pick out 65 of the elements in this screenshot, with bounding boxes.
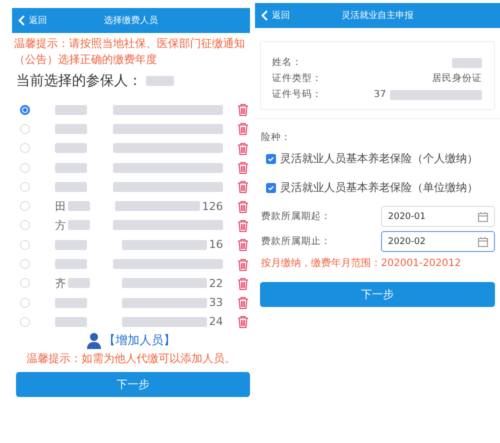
date-field[interactable]: 2020-01 xyxy=(381,206,495,227)
trash-icon[interactable] xyxy=(237,218,249,232)
redacted-block xyxy=(55,298,87,308)
next-button[interactable]: 下一步 xyxy=(16,372,250,397)
insurance-label: 险种： xyxy=(261,131,292,144)
id-number: 24 xyxy=(209,315,223,328)
period-label: 费款所属期止： xyxy=(261,235,331,248)
redacted-block xyxy=(55,124,87,134)
redacted-block xyxy=(55,240,87,250)
trash-icon[interactable] xyxy=(237,142,249,155)
radio-button[interactable] xyxy=(20,104,30,115)
redacted-block xyxy=(68,278,90,288)
trash-icon[interactable] xyxy=(237,122,249,136)
trash-icon[interactable] xyxy=(237,315,249,328)
checkbox[interactable] xyxy=(266,182,276,192)
date-field[interactable]: 2020-02 xyxy=(381,231,495,252)
id-number: 16 xyxy=(209,238,223,252)
back-icon xyxy=(18,15,25,26)
redacted-block xyxy=(55,182,87,192)
redacted-block xyxy=(55,162,87,173)
info-label: 证件类型： xyxy=(272,72,322,85)
trash-icon[interactable] xyxy=(237,276,249,290)
insurance-option: 灵活就业人员基本养老保险（单位缴纳） xyxy=(280,180,478,195)
next-button[interactable]: 下一步 xyxy=(260,282,495,307)
calendar-icon[interactable] xyxy=(478,212,488,222)
person-name: 田 xyxy=(55,198,66,214)
id-number: 126 xyxy=(202,200,223,213)
redacted-block xyxy=(68,220,90,230)
redacted-block xyxy=(55,259,87,270)
redacted-block xyxy=(68,201,90,212)
person-name: 齐 xyxy=(55,276,66,291)
period-label: 费款所属期起： xyxy=(261,210,331,223)
redacted-block xyxy=(55,316,87,327)
page-title: 选择缴费人员 xyxy=(104,16,158,26)
insurance-option: 灵活就业人员基本养老保险（个人缴纳） xyxy=(280,151,478,166)
add-person-link[interactable]: 【增加人员】 xyxy=(104,332,176,349)
info-value: 居民身份证 xyxy=(432,72,482,85)
info-value: 37 xyxy=(374,89,386,100)
back-button[interactable]: 返回 xyxy=(261,9,290,22)
notice-text: 温馨提示：请按照当地社保、医保部门征缴通知（公告）选择正确的缴费年度 xyxy=(13,36,246,68)
trash-icon[interactable] xyxy=(237,161,249,174)
redacted-block xyxy=(452,58,482,68)
trash-icon[interactable] xyxy=(237,180,249,194)
id-number: 33 xyxy=(209,296,223,310)
current-person-label: 当前选择的参保人： xyxy=(16,72,142,90)
redacted-block xyxy=(146,76,174,86)
trash-icon[interactable] xyxy=(237,200,249,213)
redacted-block xyxy=(55,143,87,154)
trash-icon[interactable] xyxy=(237,258,249,271)
range-note: 按月缴纳，缴费年月范围：202001-202012 xyxy=(261,256,462,270)
id-number: 22 xyxy=(209,276,223,290)
trash-icon[interactable] xyxy=(237,103,249,116)
person-name: 方 xyxy=(55,218,66,233)
checkbox[interactable] xyxy=(266,154,276,164)
info-label: 姓名： xyxy=(272,56,302,69)
trash-icon[interactable] xyxy=(237,296,249,310)
back-button[interactable]: 返回 xyxy=(18,14,47,27)
info-label: 证件号码： xyxy=(272,88,322,101)
trash-icon[interactable] xyxy=(237,238,249,252)
tip-text: 温馨提示：如需为他人代缴可以添加人员。 xyxy=(26,350,236,366)
redacted-block xyxy=(55,104,87,115)
back-icon xyxy=(261,10,268,21)
page-title: 灵活就业自主申报 xyxy=(342,11,414,21)
person-icon xyxy=(86,332,100,349)
calendar-icon[interactable] xyxy=(478,236,488,246)
